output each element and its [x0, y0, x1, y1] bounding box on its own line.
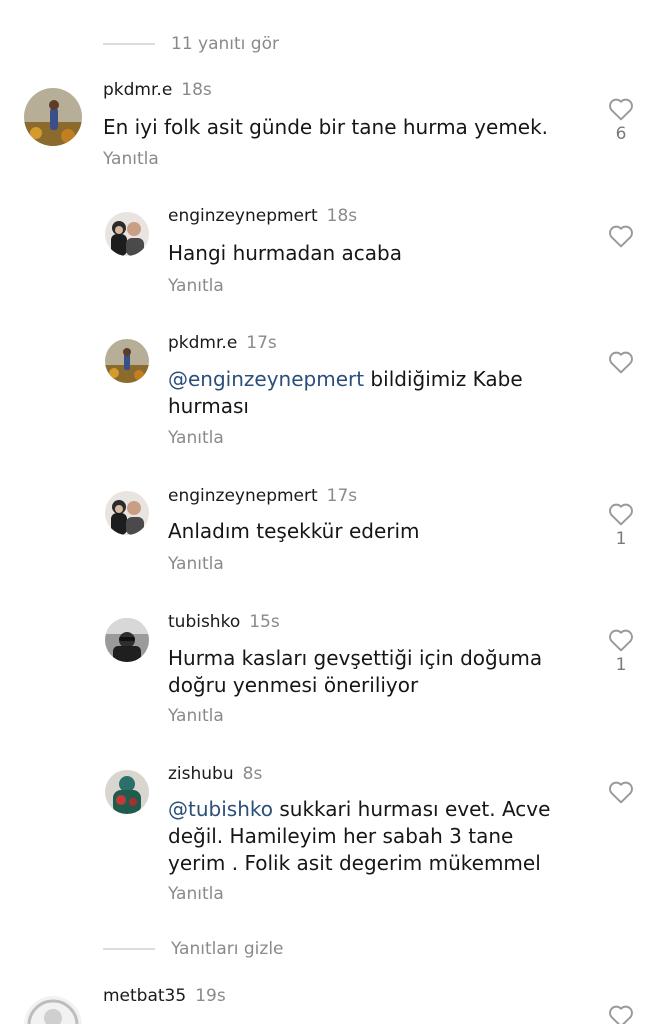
avatar[interactable] — [105, 491, 149, 535]
comment-text: Hurma kasları gevşettiği için doğuma doğ… — [168, 646, 543, 697]
heart-outline-icon — [609, 1005, 633, 1024]
heart-outline-icon — [609, 351, 633, 374]
username[interactable]: pkdmr.e — [103, 80, 172, 100]
avatar[interactable] — [105, 770, 149, 814]
timestamp: 17s — [326, 486, 358, 506]
avatar[interactable] — [105, 339, 149, 383]
comment-text: @enginzeynepmert bildiğimiz Kabe hurması — [168, 366, 558, 420]
reply-button[interactable]: Yanıtla — [168, 884, 224, 904]
reply-button[interactable]: Yanıtla — [168, 428, 224, 448]
username[interactable]: zishubu — [168, 764, 234, 784]
timestamp: 18s — [181, 80, 212, 100]
hide-replies-toggle[interactable]: Yanıtları gizle — [103, 935, 284, 963]
view-replies-label[interactable]: 11 yanıtı gör — [171, 34, 279, 54]
avatar[interactable] — [105, 212, 149, 256]
heart-outline-icon — [609, 781, 633, 804]
reply-button[interactable]: Yanıtla — [168, 276, 224, 296]
comment-header: tubishko 15s — [168, 612, 280, 632]
comment-header: enginzeynepmert 17s — [168, 486, 357, 506]
comment-header: zishubu 8s — [168, 764, 262, 784]
timestamp: 18s — [326, 206, 358, 226]
like-count: 1 — [615, 655, 627, 675]
heart-outline-icon — [609, 98, 633, 121]
avatar[interactable] — [24, 88, 82, 146]
timestamp: 17s — [246, 333, 277, 353]
username[interactable]: enginzeynepmert — [168, 206, 318, 226]
reply-button[interactable]: Yanıtla — [103, 149, 159, 169]
like-count: 1 — [615, 529, 627, 549]
view-replies-toggle[interactable]: 11 yanıtı gör — [103, 30, 279, 58]
heart-outline-icon — [609, 225, 633, 248]
comment-text: En iyi folk asit günde bir tane hurma ye… — [103, 115, 549, 139]
avatar[interactable] — [105, 618, 149, 662]
timestamp: 15s — [249, 612, 280, 632]
avatar[interactable] — [24, 996, 82, 1024]
username[interactable]: pkdmr.e — [168, 333, 237, 353]
like-count: 6 — [615, 124, 627, 144]
like-button[interactable]: 1 — [606, 502, 636, 549]
hide-replies-label[interactable]: Yanıtları gizle — [171, 939, 284, 959]
like-button[interactable]: 6 — [606, 97, 636, 144]
comment-thread: 11 yanıtı gör pkdmr.e 18s En iyi folk as… — [0, 0, 664, 1024]
username[interactable]: tubishko — [168, 612, 240, 632]
comment-text: Hangi hurmadan acaba — [168, 241, 402, 265]
heart-outline-icon — [609, 503, 633, 526]
comment-header: pkdmr.e 18s — [103, 80, 212, 100]
like-button[interactable] — [606, 780, 636, 804]
reply-button[interactable]: Yanıtla — [168, 706, 224, 726]
username[interactable]: metbat35 — [103, 986, 186, 1006]
like-button[interactable] — [606, 1004, 636, 1024]
comment-text: Anladım teşekkür ederim — [168, 519, 420, 543]
mention-link[interactable]: @enginzeynepmert — [168, 367, 364, 391]
divider-line — [103, 43, 155, 45]
comment-header: enginzeynepmert 18s — [168, 206, 357, 226]
heart-outline-icon — [609, 629, 633, 652]
timestamp: 19s — [195, 986, 226, 1006]
comment-header: pkdmr.e 17s — [168, 333, 277, 353]
username[interactable]: enginzeynepmert — [168, 486, 318, 506]
reply-button[interactable]: Yanıtla — [168, 554, 224, 574]
divider-line — [103, 948, 155, 950]
comment-text: @tubishko sukkari hurması evet. Acve değ… — [168, 796, 568, 877]
comment-header: metbat35 19s — [103, 986, 226, 1006]
like-button[interactable]: 1 — [606, 628, 636, 675]
mention-link[interactable]: @tubishko — [168, 797, 273, 821]
like-button[interactable] — [606, 224, 636, 248]
like-button[interactable] — [606, 350, 636, 374]
timestamp: 8s — [242, 764, 263, 784]
